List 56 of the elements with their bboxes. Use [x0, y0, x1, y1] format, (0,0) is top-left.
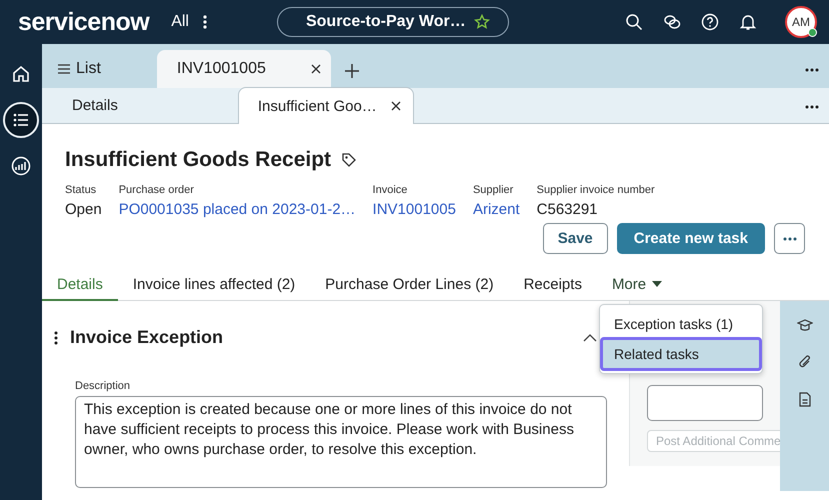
add-icon[interactable] — [344, 64, 359, 78]
user-avatar[interactable]: AM — [785, 6, 817, 38]
list-nav-button[interactable] — [3, 102, 39, 138]
record-tab[interactable]: INV1001005 — [156, 50, 331, 88]
menu-item[interactable]: Related tasks — [602, 339, 760, 369]
create-task-button[interactable]: Create new task — [616, 223, 765, 254]
list-tab[interactable]: List — [52, 50, 107, 88]
search-icon[interactable] — [625, 13, 643, 31]
star-icon[interactable] — [474, 14, 490, 30]
more-actions-button[interactable] — [774, 223, 805, 254]
section-title: Invoice Exception — [70, 327, 224, 348]
field-label: Description — [75, 380, 132, 392]
field-label: Status — [65, 184, 98, 196]
record-section-tab[interactable]: Invoice lines affected (2) — [118, 269, 310, 301]
field-link[interactable]: Arizent — [472, 201, 520, 218]
attachment-icon[interactable] — [798, 354, 812, 370]
menu-icon — [58, 64, 70, 74]
record-section-tab[interactable]: Purchase Order Lines (2) — [310, 269, 509, 301]
sub-tab[interactable]: Insufficient Goo… — [238, 87, 414, 124]
analytics-icon — [10, 155, 32, 177]
field-label: Purchase order — [118, 184, 195, 196]
field-link[interactable]: INV1001005 — [372, 201, 456, 218]
field-label: Supplier invoice number — [536, 184, 655, 196]
all-menu[interactable]: All — [171, 13, 189, 31]
description-field[interactable]: This exception is created because one or more lines of this invoice do not have sufficient receipts to process this invoice. Please work with Business owner, who owns purchase order, to resolve this exception. — [75, 396, 607, 488]
record-section-tab[interactable]: Details — [42, 269, 118, 301]
collapse-icon[interactable] — [583, 334, 597, 342]
save-button[interactable]: Save — [542, 223, 608, 254]
workspace-selector[interactable]: Source-to-Pay Wor… — [276, 7, 509, 37]
field-value: C563291 — [536, 201, 599, 218]
drag-handle-icon[interactable] — [54, 330, 58, 344]
bell-icon[interactable] — [739, 13, 757, 31]
help-icon[interactable] — [701, 13, 719, 31]
more-icon[interactable] — [202, 14, 207, 30]
field-value: Open — [65, 201, 102, 218]
record-section-tab[interactable]: Receipts — [508, 269, 597, 301]
logo[interactable]: servicenow — [18, 8, 150, 36]
chat-icon[interactable] — [663, 13, 681, 31]
more-icon[interactable] — [805, 105, 819, 109]
field-label: Invoice — [372, 184, 408, 196]
status-icon — [808, 28, 817, 37]
sub-tab[interactable]: Details — [52, 87, 138, 123]
close-icon[interactable] — [310, 64, 321, 74]
close-icon[interactable] — [390, 101, 401, 111]
record-title: Insufficient Goods Receipt — [65, 148, 332, 172]
caret-icon — [652, 281, 662, 287]
more-tab[interactable]: More — [596, 269, 678, 301]
field-label: Supplier — [472, 184, 514, 196]
graduation-cap-icon[interactable] — [796, 318, 812, 332]
home-icon — [10, 63, 32, 85]
document-icon[interactable] — [798, 392, 810, 407]
more-icon[interactable] — [782, 236, 796, 240]
tag-icon[interactable] — [341, 152, 358, 168]
more-icon[interactable] — [805, 68, 819, 72]
field-link[interactable]: PO0001035 placed on 2023-01-2… — [118, 201, 356, 218]
comment-field[interactable] — [647, 385, 763, 421]
